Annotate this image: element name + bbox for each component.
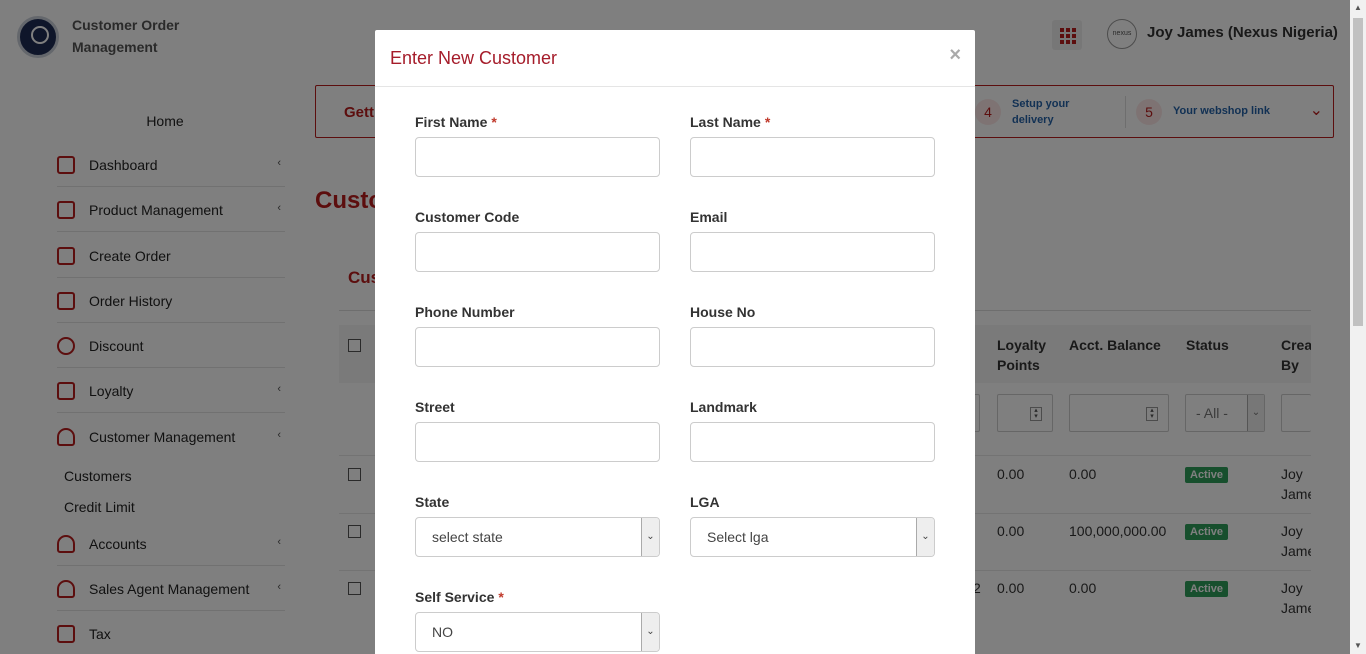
phone-number-field[interactable] (415, 327, 660, 367)
last-name-label-text: Last Name (690, 114, 761, 130)
modal-title: Enter New Customer (390, 48, 558, 68)
required-marker: * (491, 114, 497, 130)
last-name-field[interactable] (690, 137, 935, 177)
required-marker: * (764, 114, 771, 130)
required-marker: * (498, 589, 504, 605)
customer-code-label: Customer Code (415, 209, 520, 225)
street-label: Street (415, 399, 455, 415)
page-scrollbar[interactable]: ▲ ▼ (1350, 0, 1366, 654)
state-label: State (415, 494, 450, 510)
state-select[interactable]: select state ⌄ (415, 517, 660, 557)
email-label: Email (690, 209, 728, 225)
first-name-field[interactable] (415, 137, 660, 177)
close-icon[interactable]: × (949, 44, 961, 67)
state-select-value: select state (432, 529, 503, 545)
self-service-select[interactable]: NO ⌄ (415, 612, 660, 652)
street-field[interactable] (415, 422, 660, 462)
landmark-field[interactable] (690, 422, 935, 462)
chevron-down-icon: ⌄ (916, 518, 934, 556)
lga-label: LGA (690, 494, 720, 510)
self-service-label-text: Self Service (415, 589, 495, 605)
scrollbar-thumb[interactable] (1353, 18, 1363, 326)
new-customer-modal: Enter New Customer × First Name * Last Na… (375, 30, 975, 654)
email-field[interactable] (690, 232, 935, 272)
house-no-field[interactable] (690, 327, 935, 367)
scroll-up-icon[interactable]: ▲ (1354, 3, 1362, 12)
first-name-label: First Name * (415, 114, 497, 130)
lga-select-value: Select lga (707, 529, 769, 545)
self-service-label: Self Service * (415, 589, 504, 605)
landmark-label: Landmark (690, 399, 757, 415)
house-no-label: House No (690, 304, 756, 320)
scroll-down-icon[interactable]: ▼ (1354, 641, 1362, 650)
lga-select[interactable]: Select lga ⌄ (690, 517, 935, 557)
self-service-select-value: NO (432, 624, 453, 640)
phone-number-label: Phone Number (415, 304, 515, 320)
last-name-label: Last Name * (690, 114, 770, 130)
customer-code-field[interactable] (415, 232, 660, 272)
first-name-label-text: First Name (415, 114, 488, 130)
modal-header: Enter New Customer × (375, 30, 975, 87)
chevron-down-icon: ⌄ (641, 613, 659, 651)
chevron-down-icon: ⌄ (641, 518, 659, 556)
